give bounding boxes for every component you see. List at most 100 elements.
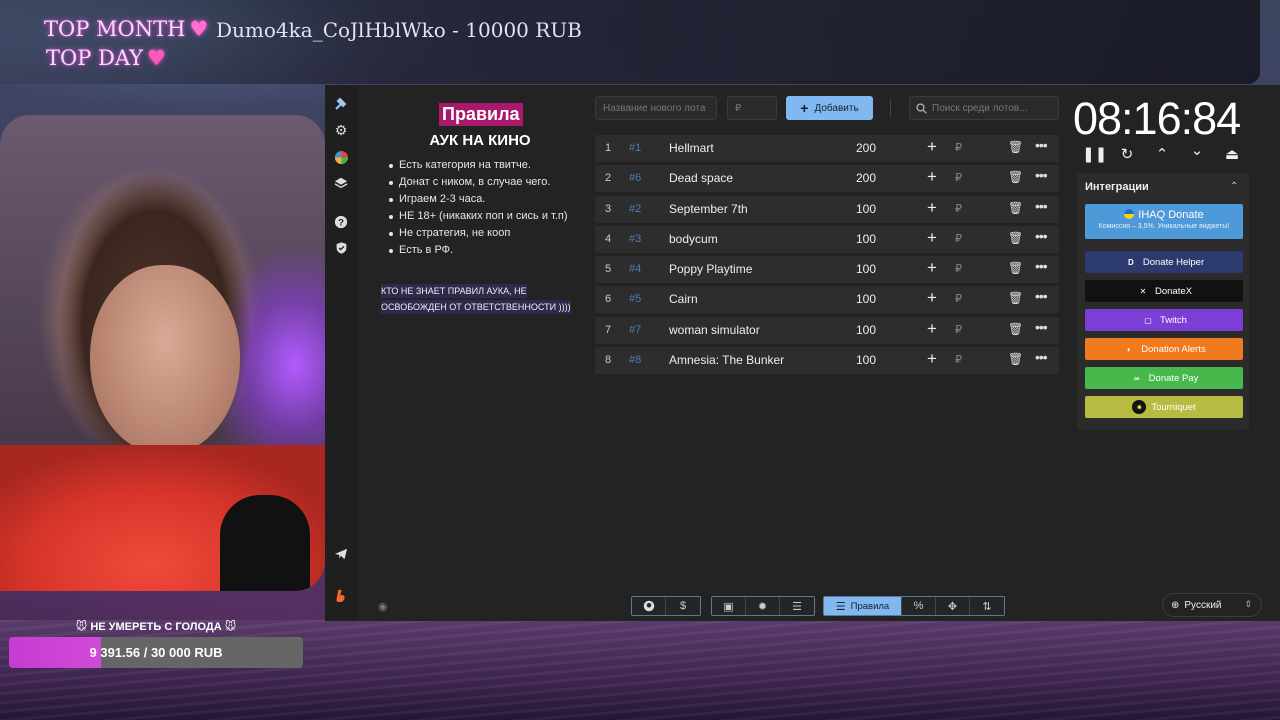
more-icon[interactable]: ••• [1035, 137, 1048, 153]
donate-pay-button[interactable]: ∞ Donate Pay [1085, 367, 1243, 389]
compress-icon[interactable]: ✥ [936, 597, 970, 615]
lot-row[interactable]: 2 #6 Dead space 200 + ₽ 🗑 ••• [595, 165, 1059, 193]
integration-label: DonateX [1155, 285, 1192, 297]
lot-name[interactable]: September 7th [669, 202, 748, 216]
lot-name[interactable]: Cairn [669, 292, 698, 306]
lot-position: 8 [605, 354, 612, 367]
more-icon[interactable]: ••• [1035, 198, 1048, 214]
lot-currency[interactable]: ₽ [955, 232, 962, 245]
lot-amount[interactable]: 100 [856, 262, 876, 276]
more-icon[interactable]: ••• [1035, 167, 1048, 183]
plus-icon[interactable]: + [927, 167, 937, 187]
lot-amount[interactable]: 100 [856, 292, 876, 306]
more-icon[interactable]: ••• [1035, 319, 1048, 335]
plus-icon[interactable]: + [927, 319, 937, 339]
lot-amount[interactable]: 200 [856, 141, 876, 155]
lot-name[interactable]: Amnesia: The Bunker [669, 353, 784, 367]
trash-icon[interactable]: 🗑 [1008, 261, 1023, 275]
layers-icon[interactable] [331, 173, 351, 193]
clear-icon[interactable]: ☰ [780, 597, 814, 615]
lot-currency[interactable]: ₽ [955, 323, 962, 336]
lot-row[interactable]: 1 #1 Hellmart 200 + ₽ 🗑 ••• [595, 135, 1059, 162]
trash-icon[interactable]: 🗑 [1008, 170, 1023, 184]
donation-alerts-button[interactable]: ◐ Donation Alerts [1085, 338, 1243, 360]
chevron-up-icon[interactable]: ⌃ [1152, 145, 1172, 163]
twitch-button[interactable]: ▢ Twitch [1085, 309, 1243, 331]
more-icon[interactable]: ••• [1035, 288, 1048, 304]
lot-amount[interactable]: 100 [856, 323, 876, 337]
trash-icon[interactable]: 🗑 [1008, 322, 1023, 336]
plus-icon[interactable]: + [927, 198, 937, 218]
lot-name[interactable]: woman simulator [669, 323, 760, 337]
new-lot-input[interactable]: Название нового лота [595, 96, 717, 120]
lot-currency[interactable]: ₽ [955, 202, 962, 215]
rules-toggle-button[interactable]: ☰ Правила [824, 597, 902, 615]
lot-amount[interactable]: 100 [856, 353, 876, 367]
donatex-button[interactable]: ✕ DonateX [1085, 280, 1243, 302]
lot-amount[interactable]: 100 [856, 232, 876, 246]
dollar-icon[interactable]: $ [666, 597, 700, 615]
trash-icon[interactable]: 🗑 [1008, 291, 1023, 305]
language-select[interactable]: ⊕ Русский ⇕ [1162, 593, 1262, 617]
lot-currency[interactable]: ₽ [955, 292, 962, 305]
help-icon[interactable]: ? [331, 212, 351, 232]
trash-icon[interactable]: 🗑 [1008, 140, 1023, 154]
plus-icon[interactable]: + [927, 258, 937, 278]
lot-amount-input[interactable]: ₽ [727, 96, 777, 120]
lot-row[interactable]: 3 #2 September 7th 100 + ₽ 🗑 ••• [595, 195, 1059, 223]
bug-icon[interactable]: ✹ [746, 597, 780, 615]
add-lot-button[interactable]: + Добавить [786, 96, 873, 120]
plus-icon[interactable]: + [927, 228, 937, 248]
lot-currency[interactable]: ₽ [955, 171, 962, 184]
tourniquet-button[interactable]: ✷ Tourniquet [1085, 396, 1243, 418]
save-icon[interactable]: ▣ [712, 597, 746, 615]
lot-name[interactable]: Poppy Playtime [669, 262, 752, 276]
lot-row[interactable]: 5 #4 Poppy Playtime 100 + ₽ 🗑 ••• [595, 256, 1059, 284]
lot-row[interactable]: 4 #3 bodycum 100 + ₽ 🗑 ••• [595, 225, 1059, 253]
lot-amount[interactable]: 200 [856, 171, 876, 185]
github-icon[interactable] [632, 597, 666, 615]
trash-icon[interactable]: 🗑 [1008, 231, 1023, 245]
chevron-up-icon[interactable]: ⌃ [1230, 181, 1238, 192]
more-icon[interactable]: ••• [1035, 349, 1048, 365]
donation-goal-bar: 9 391.56 / 30 000 RUB [9, 637, 303, 668]
lot-search-input[interactable]: Поиск среди лотов... [909, 96, 1059, 120]
telegram-icon[interactable] [331, 544, 351, 564]
integration-label: Tourniquet [1151, 401, 1196, 413]
lot-name[interactable]: Hellmart [669, 141, 714, 155]
lot-currency[interactable]: ₽ [955, 141, 962, 154]
more-icon[interactable]: ••• [1035, 228, 1048, 244]
shield-icon[interactable] [331, 238, 351, 258]
plus-icon[interactable]: + [927, 349, 937, 369]
boosty-icon[interactable] [331, 586, 351, 606]
donate-helper-button[interactable]: D Donate Helper [1085, 251, 1243, 273]
sort-icon[interactable]: ⇅ [970, 597, 1004, 615]
gear-icon[interactable]: ⚙ [331, 120, 351, 140]
side-rail: ⚙ ? [325, 85, 358, 621]
percent-icon[interactable]: % [902, 597, 936, 615]
ukraine-flag-icon [1124, 209, 1135, 219]
lot-row[interactable]: 8 #8 Amnesia: The Bunker 100 + ₽ 🗑 ••• [595, 347, 1059, 375]
reset-icon[interactable]: ↻ [1117, 145, 1137, 163]
lot-currency[interactable]: ₽ [955, 353, 962, 366]
lot-currency[interactable]: ₽ [955, 262, 962, 275]
eye-icon[interactable]: ◉ [378, 600, 388, 613]
ihaq-donate-button[interactable]: IHAQ Donate Комиссия – 3,5%. Уникальные … [1085, 204, 1243, 239]
wheel-icon[interactable] [331, 147, 351, 167]
lot-name[interactable]: bodycum [669, 232, 718, 246]
trash-icon[interactable]: 🗑 [1008, 352, 1023, 366]
lot-row[interactable]: 7 #7 woman simulator 100 + ₽ 🗑 ••• [595, 316, 1059, 344]
pause-icon[interactable]: ❚❚ [1082, 145, 1107, 163]
lot-position: 4 [605, 232, 612, 245]
lot-name[interactable]: Dead space [669, 171, 733, 185]
plus-icon[interactable]: + [927, 288, 937, 308]
more-icon[interactable]: ••• [1035, 258, 1048, 274]
double-up-icon[interactable]: ⏏ [1222, 145, 1242, 163]
lot-row[interactable]: 6 #5 Cairn 100 + ₽ 🗑 ••• [595, 286, 1059, 314]
trash-icon[interactable]: 🗑 [1008, 201, 1023, 215]
plus-icon[interactable]: + [927, 137, 937, 157]
lot-amount[interactable]: 100 [856, 202, 876, 216]
sea-background [0, 620, 1280, 720]
hammer-icon[interactable] [331, 94, 351, 114]
chevron-down-icon[interactable]: ⌄ [1187, 141, 1207, 159]
